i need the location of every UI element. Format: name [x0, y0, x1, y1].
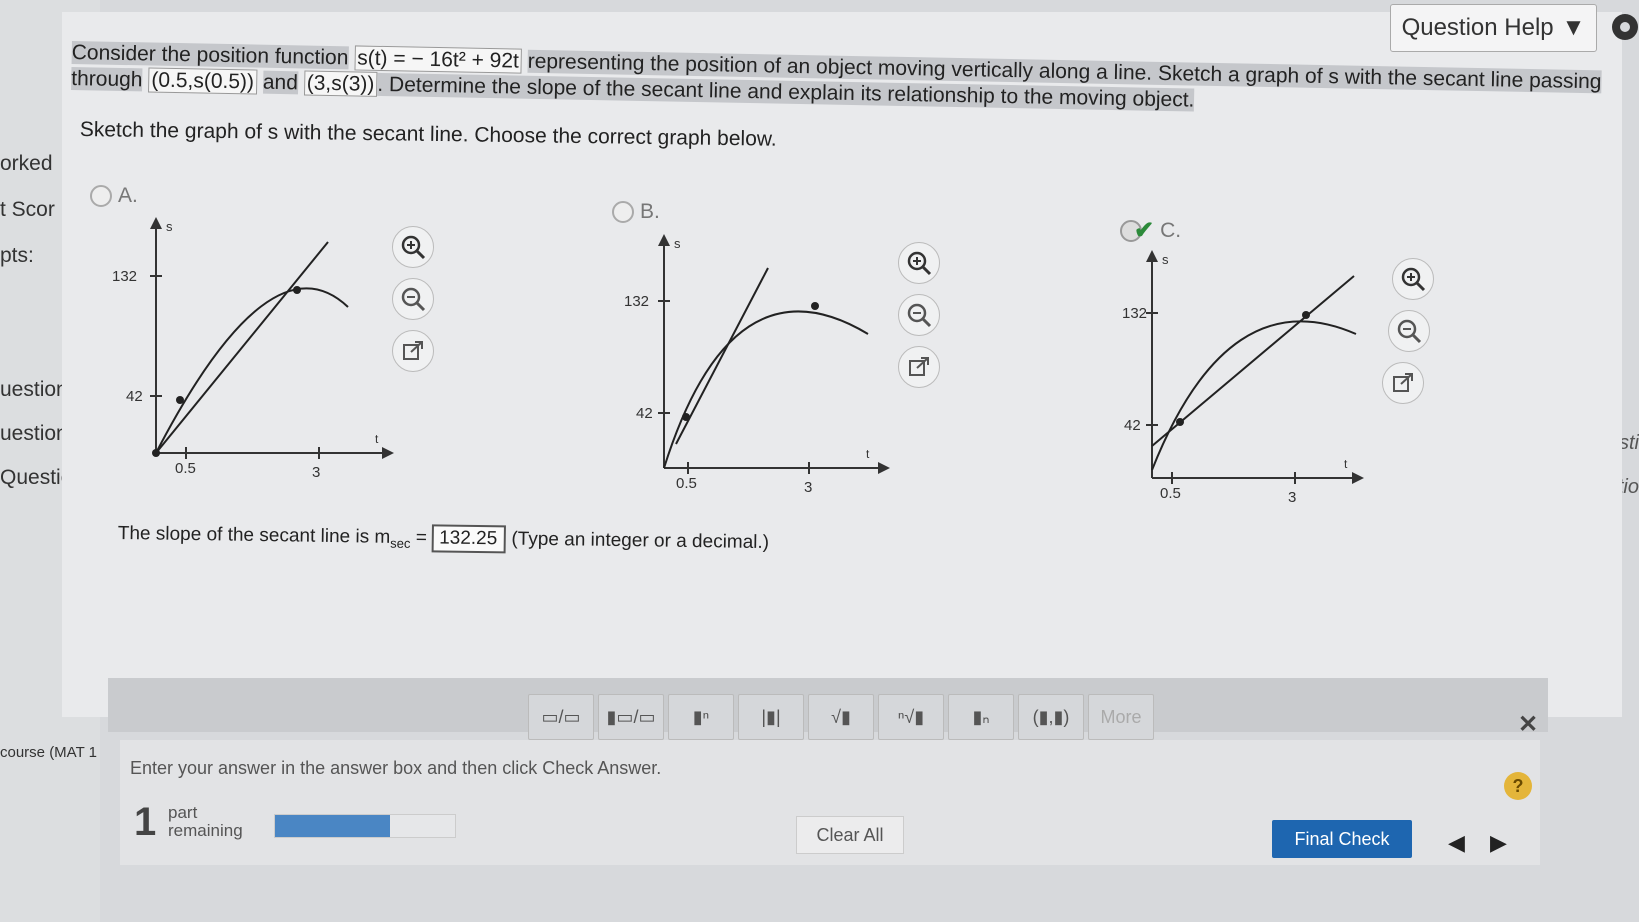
function-expression: s(t) = − 16t² + 92t [353, 45, 523, 74]
y-tick-label: 132 [624, 293, 649, 310]
prompt-text: and [262, 70, 299, 95]
graph-option-b: s t 132 42 0.5 3 [624, 234, 890, 496]
prompt-text: Consider the position function [71, 40, 349, 70]
y-tick-label: 42 [636, 405, 653, 422]
option-label: C. [1160, 218, 1182, 242]
parts-remaining-text: part remaining [168, 804, 243, 840]
y-tick-label: 132 [1122, 305, 1147, 322]
y-axis-label: s [674, 236, 681, 251]
x-axis-arrow [382, 447, 394, 459]
y-axis-arrow [1146, 250, 1158, 262]
more-button[interactable]: More [1088, 694, 1154, 740]
curve [155, 287, 349, 454]
open-window-icon[interactable] [1382, 362, 1424, 404]
point [1176, 418, 1184, 426]
curve [663, 310, 869, 469]
open-window-icon[interactable] [392, 330, 434, 372]
curve [1151, 320, 1357, 471]
sidebar-points-label: pts: [0, 244, 34, 267]
parts-remaining-count: 1 [134, 800, 157, 844]
x-axis-arrow [1352, 472, 1364, 484]
option-label: A. [118, 184, 138, 207]
absolute-value-button[interactable]: |▮| [738, 694, 804, 740]
graph-option-c: s t 132 42 0.5 3 [1122, 250, 1364, 506]
x-tick-label: 3 [804, 479, 812, 496]
zoom-in-icon[interactable] [898, 242, 940, 284]
subscript-button[interactable]: ▮ₙ [948, 694, 1014, 740]
question-help-label: Question Help [1401, 14, 1554, 41]
remaining-word: remaining [168, 821, 243, 840]
slope-subscript: sec [390, 535, 411, 551]
y-axis-label: s [1162, 252, 1169, 267]
slope-answer-input[interactable]: 132.25 [431, 524, 507, 554]
y-tick-label: 132 [112, 268, 137, 285]
x-tick-label: 0.5 [1160, 485, 1181, 502]
answer-hint: (Type an integer or a decimal.) [511, 528, 770, 554]
point-one: (0.5,s(0.5)) [148, 67, 258, 95]
zoom-out-icon[interactable] [898, 294, 940, 336]
x-tick-label: 0.5 [175, 460, 196, 477]
point [293, 286, 301, 294]
progress-bar [274, 814, 456, 838]
clear-all-button[interactable]: Clear All [796, 816, 904, 854]
option-c[interactable]: ✔ C. [1120, 216, 1181, 245]
next-arrow-icon[interactable]: ▶ [1490, 830, 1507, 856]
help-icon[interactable]: ? [1504, 772, 1532, 800]
fraction-button[interactable]: ▭/▭ [528, 694, 594, 740]
nth-root-button[interactable]: ⁿ√▮ [878, 694, 944, 740]
checkmark-icon: ✔ [1134, 217, 1155, 244]
square-root-button[interactable]: √▮ [808, 694, 874, 740]
option-label: B. [640, 200, 660, 223]
y-tick-label: 42 [1124, 417, 1141, 434]
point [811, 302, 819, 310]
mixed-number-button[interactable]: ▮▭/▭ [598, 694, 664, 740]
sidebar-score-label: t Scor [0, 198, 55, 221]
y-tick-label: 42 [126, 388, 143, 405]
radio-button[interactable] [90, 185, 112, 207]
ordered-pair-button[interactable]: (▮,▮) [1018, 694, 1084, 740]
part-word: part [168, 803, 198, 822]
zoom-in-icon[interactable] [392, 226, 434, 268]
option-b[interactable]: B. [612, 200, 660, 224]
gear-icon[interactable] [1612, 14, 1638, 40]
point [682, 413, 690, 421]
secant-line [155, 241, 329, 454]
sidebar-worked-label: orked [0, 152, 53, 175]
enter-answer-message: Enter your answer in the answer box and … [130, 758, 662, 778]
x-tick-label: 0.5 [676, 475, 697, 492]
zoom-out-icon[interactable] [1388, 310, 1430, 352]
question-help-button[interactable]: Question Help ▼ [1390, 4, 1597, 52]
point [176, 396, 184, 404]
x-axis-arrow [878, 462, 890, 474]
exponent-button[interactable]: ▮ⁿ [668, 694, 734, 740]
final-check-button[interactable]: Final Check [1272, 820, 1412, 858]
point [152, 449, 160, 457]
progress-fill [275, 815, 391, 837]
option-a[interactable]: A. [90, 184, 138, 208]
close-icon[interactable]: ✕ [1518, 710, 1538, 739]
x-axis-label: t [375, 432, 379, 446]
x-axis-label: t [1344, 457, 1348, 471]
sidebar-question-link[interactable]: uestion [0, 422, 68, 446]
x-axis-label: t [866, 447, 870, 461]
y-axis-arrow [658, 234, 670, 246]
previous-arrow-icon[interactable]: ◀ [1448, 830, 1465, 856]
x-tick-label: 3 [312, 464, 320, 481]
x-tick-label: 3 [1288, 489, 1296, 506]
point [1302, 311, 1310, 319]
dropdown-arrow-icon: ▼ [1561, 14, 1586, 41]
radio-button[interactable] [612, 201, 634, 223]
graph-option-a: s t 132 42 0.5 3 [112, 217, 394, 481]
zoom-in-icon[interactable] [1392, 258, 1434, 300]
open-window-icon[interactable] [898, 346, 940, 388]
zoom-out-icon[interactable] [392, 278, 434, 320]
equals-sign: = [410, 527, 433, 549]
sidebar-question-link[interactable]: uestion [0, 378, 68, 402]
y-axis-label: s [166, 219, 173, 234]
slope-text: The slope of the secant line is m [117, 522, 391, 548]
point-two: (3,s(3)) [303, 70, 378, 97]
y-axis-arrow [150, 217, 162, 229]
course-label: course (MAT 1 [0, 744, 97, 761]
